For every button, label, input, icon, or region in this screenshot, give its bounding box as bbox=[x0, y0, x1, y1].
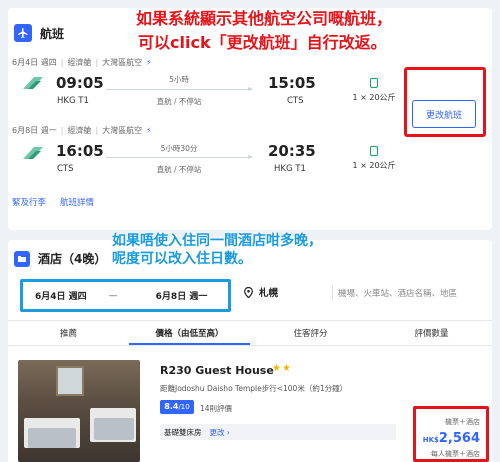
room-type-row: 基礎雙床房 更改 › bbox=[160, 424, 396, 440]
annotation-blue-line2: 呢度可以改入住日數。 bbox=[112, 251, 252, 267]
sort-tabs: 推薦 價格（由低至高） 住客評分 評價數量 bbox=[8, 320, 492, 346]
outbound-baggage: 1 × 20公斤 bbox=[344, 78, 404, 103]
inbound-duration: 5小時30分 bbox=[160, 144, 198, 153]
outbound-duration: 5小時 bbox=[169, 75, 189, 84]
score-max: /10 bbox=[178, 403, 190, 411]
flight-section-title: 航班 bbox=[40, 26, 65, 41]
price-sub-label: 每人機票＋酒店 bbox=[431, 450, 480, 458]
outbound-arr-code: CTS bbox=[287, 96, 304, 106]
outbound-stops: 直航 / 不停站 bbox=[156, 97, 202, 106]
inbound-baggage-label: 1 × 20公斤 bbox=[352, 161, 396, 170]
inbound-dep-time: 16:05 bbox=[56, 142, 104, 160]
outbound-meta: 6月4日 週四 | 經濟艙 | 大灣區航空 ⚡ bbox=[12, 57, 152, 68]
location-pin-icon bbox=[244, 286, 253, 298]
airline-tail-icon bbox=[23, 77, 43, 89]
hotel-section-title: 酒店（4晚） bbox=[38, 252, 107, 266]
outbound-route-line bbox=[106, 87, 253, 91]
outbound-airline: 大灣區航空 bbox=[102, 58, 143, 67]
price-amount: 2,564 bbox=[438, 431, 480, 446]
photo-window bbox=[56, 366, 84, 396]
review-count: 14則評價 bbox=[200, 404, 233, 413]
airplane-icon bbox=[14, 24, 32, 42]
outbound-date: 6月4日 週四 bbox=[12, 58, 57, 67]
inbound-meta: 6月8日 週一 | 經濟艙 | 大灣區航空 ⚡ bbox=[12, 125, 152, 136]
outbound-cabin: 經濟艙 bbox=[67, 58, 92, 67]
inbound-baggage: 1 × 20公斤 bbox=[344, 146, 404, 171]
photo-blanket bbox=[28, 428, 76, 448]
city-name: 札幌 bbox=[259, 288, 279, 299]
hotel-name[interactable]: R230 Guest House bbox=[160, 364, 274, 377]
outbound-dep-time: 09:05 bbox=[56, 74, 104, 92]
review-score-badge: 8.4/10 bbox=[160, 400, 194, 414]
baggage-icon bbox=[370, 78, 378, 88]
meta-divider: | bbox=[95, 58, 99, 67]
baggage-info-link[interactable]: 緊及行李 bbox=[12, 196, 46, 208]
hotel-icon bbox=[14, 250, 30, 267]
hotel-search-input[interactable]: 機場、火車站、酒店名稱、地區 bbox=[338, 287, 457, 299]
lightning-icon: ⚡ bbox=[146, 126, 152, 135]
change-flight-button[interactable]: 更改航班 bbox=[412, 100, 476, 128]
inbound-arr-time: 20:35 bbox=[268, 142, 316, 160]
price-highlight: 機票＋酒店 HK$2,564 每人機票＋酒店 bbox=[413, 406, 489, 462]
outbound-dep-code: HKG T1 bbox=[57, 96, 89, 106]
room-type: 基礎雙床房 bbox=[164, 427, 202, 437]
hotel-star-rating: ★★ bbox=[272, 363, 292, 374]
inbound-airline: 大灣區航空 bbox=[102, 126, 143, 135]
search-divider bbox=[332, 285, 333, 300]
inbound-stops: 直航 / 不停站 bbox=[156, 165, 202, 174]
lightning-icon: ⚡ bbox=[146, 58, 152, 67]
flight-details-link[interactable]: 航班詳情 bbox=[60, 196, 94, 208]
meta-divider: | bbox=[60, 58, 64, 67]
flight-section-header: 航班 bbox=[14, 24, 64, 42]
change-room-link[interactable]: 更改 › bbox=[210, 427, 230, 438]
price-currency: HK$ bbox=[422, 436, 439, 444]
meta-divider: | bbox=[95, 126, 99, 135]
tab-recommended[interactable]: 推薦 bbox=[8, 321, 129, 345]
photo-blanket bbox=[94, 418, 134, 440]
outbound-baggage-label: 1 × 20公斤 bbox=[352, 93, 396, 102]
tab-review-count[interactable]: 評價數量 bbox=[371, 321, 492, 345]
flight-links: 緊及行李 航班詳情 bbox=[12, 196, 94, 208]
inbound-route-line bbox=[106, 155, 253, 159]
tab-guest-rating[interactable]: 住客評分 bbox=[250, 321, 371, 345]
inbound-cabin: 經濟艙 bbox=[67, 126, 92, 135]
annotation-blue-line1: 如果唔使入住同一間酒店咁多晚， bbox=[112, 233, 322, 249]
change-room-label: 更改 bbox=[209, 427, 225, 437]
baggage-icon bbox=[370, 146, 378, 156]
outbound-arr-time: 15:05 bbox=[268, 74, 316, 92]
inbound-date: 6月8日 週一 bbox=[12, 126, 57, 135]
inbound-dep-code: CTS bbox=[57, 164, 74, 174]
price-value: HK$2,564 bbox=[423, 431, 480, 446]
date-dash: — bbox=[108, 290, 118, 301]
city-selector[interactable]: 札幌 bbox=[244, 285, 278, 299]
annotation-red-line2: 可以click「更改航班」自行改返。 bbox=[138, 33, 387, 52]
tab-price-low-high[interactable]: 價格（由低至高） bbox=[129, 321, 250, 345]
stay-dates-picker[interactable]: 6月4日 週四 — 6月8日 週一 bbox=[20, 279, 231, 312]
checkin-date[interactable]: 6月4日 週四 bbox=[35, 289, 87, 302]
score-value: 8.4 bbox=[164, 402, 179, 411]
airline-tail-icon bbox=[23, 147, 43, 159]
checkout-date[interactable]: 6月8日 週一 bbox=[156, 289, 208, 302]
inbound-arr-code: HKG T1 bbox=[274, 164, 306, 174]
chevron-right-icon: › bbox=[226, 427, 230, 437]
meta-divider: | bbox=[60, 126, 64, 135]
hotel-photo[interactable] bbox=[18, 360, 140, 462]
hotel-section-header: 酒店（4晚） bbox=[14, 250, 106, 267]
hotel-location: 距離Jodoshu Daisho Temple步行<100米（約1分鐘） bbox=[160, 384, 348, 393]
annotation-red-line1: 如果系統顯示其他航空公司嘅航班， bbox=[136, 9, 393, 28]
price-label: 機票＋酒店 bbox=[445, 418, 480, 426]
